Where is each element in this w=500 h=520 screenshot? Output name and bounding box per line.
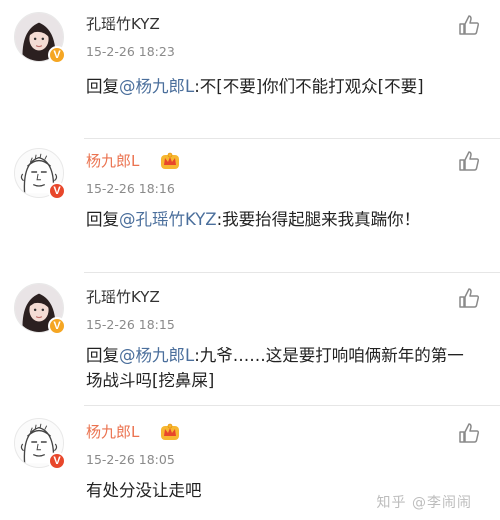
thumbs-up-icon[interactable]: [458, 150, 480, 172]
verified-badge: V: [48, 452, 66, 470]
comment-text: 回复@孔瑶竹KYZ:我要抬得起腿来我真踹你！: [86, 207, 478, 232]
comment-text: 回复@杨九郎L:九爷……这是要打响咱俩新年的第一场战斗吗[挖鼻屎]: [86, 343, 478, 393]
comment-content: :我要抬得起腿来我真踹你！: [216, 210, 421, 229]
reply-prefix: 回复: [86, 77, 119, 96]
watermark: 知乎 @李闹闹: [376, 495, 472, 511]
thumbs-up-icon[interactable]: [458, 287, 480, 309]
verified-badge: V: [48, 182, 66, 200]
mention-link[interactable]: @杨九郎L: [119, 346, 194, 365]
username[interactable]: 杨九郎L: [86, 422, 139, 442]
comment-content: 有处分没让走吧: [86, 481, 202, 500]
comment-item: V 孔瑶竹KYZ 15-2-26 18:15 回复@杨九郎L:九爷……这是要打响…: [0, 273, 500, 405]
comment-item: V 孔瑶竹KYZ 15-2-26 18:23 回复@杨九郎L:不[不要]你们不能…: [0, 0, 500, 138]
username[interactable]: 孔瑶竹KYZ: [86, 287, 160, 307]
comment-text: 回复@杨九郎L:不[不要]你们不能打观众[不要]: [86, 74, 478, 99]
thumbs-up-icon[interactable]: [458, 422, 480, 444]
reply-prefix: 回复: [86, 346, 119, 365]
timestamp: 15-2-26 18:15: [86, 317, 175, 332]
mention-link[interactable]: @杨九郎L: [119, 77, 194, 96]
verified-badge: V: [48, 317, 66, 335]
comment-item: V 杨九郎L 15-2-26 18:16 回复@孔瑶竹KYZ:我要抬得起腿来我真…: [0, 139, 500, 272]
timestamp: 15-2-26 18:05: [86, 452, 175, 467]
verified-badge: V: [48, 46, 66, 64]
timestamp: 15-2-26 18:23: [86, 44, 175, 59]
mention-link[interactable]: @孔瑶竹KYZ: [119, 210, 217, 229]
username[interactable]: 杨九郎L: [86, 151, 139, 171]
vip-crown-icon: [161, 152, 179, 169]
thumbs-up-icon[interactable]: [458, 14, 480, 36]
vip-crown-icon: [161, 423, 179, 440]
reply-prefix: 回复: [86, 210, 119, 229]
timestamp: 15-2-26 18:16: [86, 181, 175, 196]
username[interactable]: 孔瑶竹KYZ: [86, 14, 160, 34]
comment-content: :不[不要]你们不能打观众[不要]: [194, 77, 424, 96]
